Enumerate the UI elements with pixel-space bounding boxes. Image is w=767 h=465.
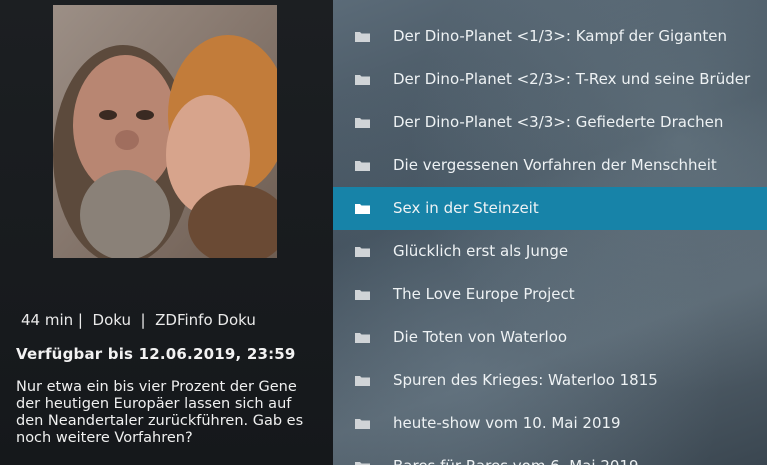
genre-text: Doku xyxy=(92,311,131,329)
list-item[interactable]: The Love Europe Project xyxy=(333,273,767,316)
list-item[interactable]: Glücklich erst als Junge xyxy=(333,230,767,273)
list-item-label: Spuren des Krieges: Waterloo 1815 xyxy=(393,371,658,389)
list-item-label: Glücklich erst als Junge xyxy=(393,242,569,260)
list-item-label: Der Dino-Planet <1/3>: Kampf der Gigante… xyxy=(393,27,727,45)
folder-icon xyxy=(355,376,370,386)
duration-text: 44 min xyxy=(21,311,74,329)
folder-icon xyxy=(355,247,370,257)
folder-icon xyxy=(355,290,370,300)
episode-meta: 44 min | Doku | ZDFinfo Doku xyxy=(21,311,256,329)
list-item-label: The Love Europe Project xyxy=(393,285,575,303)
list-item-label: heute-show vom 10. Mai 2019 xyxy=(393,414,621,432)
list-item[interactable]: Die Toten von Waterloo xyxy=(333,316,767,359)
folder-icon xyxy=(355,161,370,171)
episode-thumbnail xyxy=(53,5,277,258)
folder-icon xyxy=(355,419,370,429)
list-item-label: Sex in der Steinzeit xyxy=(393,199,539,217)
folder-icon xyxy=(355,118,370,128)
list-item[interactable]: Der Dino-Planet <1/3>: Kampf der Gigante… xyxy=(333,15,767,58)
folder-icon xyxy=(355,32,370,42)
list-item-label: Der Dino-Planet <2/3>: T-Rex und seine B… xyxy=(393,70,751,88)
availability-text: Verfügbar bis 12.06.2019, 23:59 xyxy=(16,345,296,363)
folder-icon xyxy=(355,462,370,465)
list-item[interactable]: heute-show vom 10. Mai 2019 xyxy=(333,402,767,445)
list-item-label: Der Dino-Planet <3/3>: Gefiederte Drache… xyxy=(393,113,724,131)
episode-description: Nur etwa ein bis vier Prozent der Gene d… xyxy=(16,379,304,446)
folder-icon xyxy=(355,204,370,214)
list-item-label: Die vergessenen Vorfahren der Menschheit xyxy=(393,156,717,174)
list-item[interactable]: Der Dino-Planet <2/3>: T-Rex und seine B… xyxy=(333,58,767,101)
list-item[interactable]: Bares für Rares vom 6. Mai 2019 xyxy=(333,445,767,465)
episode-list: Der Dino-Planet <1/3>: Kampf der Gigante… xyxy=(333,0,767,465)
list-item[interactable]: Sex in der Steinzeit xyxy=(333,187,767,230)
list-item[interactable]: Der Dino-Planet <3/3>: Gefiederte Drache… xyxy=(333,101,767,144)
list-item[interactable]: Spuren des Krieges: Waterloo 1815 xyxy=(333,359,767,402)
folder-icon xyxy=(355,75,370,85)
list-item[interactable]: Die vergessenen Vorfahren der Menschheit xyxy=(333,144,767,187)
details-panel: 44 min | Doku | ZDFinfo Doku Verfügbar b… xyxy=(0,0,333,465)
list-item-label: Die Toten von Waterloo xyxy=(393,328,568,346)
channel-text: ZDFinfo Doku xyxy=(155,311,256,329)
folder-icon xyxy=(355,333,370,343)
list-item-label: Bares für Rares vom 6. Mai 2019 xyxy=(393,457,639,465)
